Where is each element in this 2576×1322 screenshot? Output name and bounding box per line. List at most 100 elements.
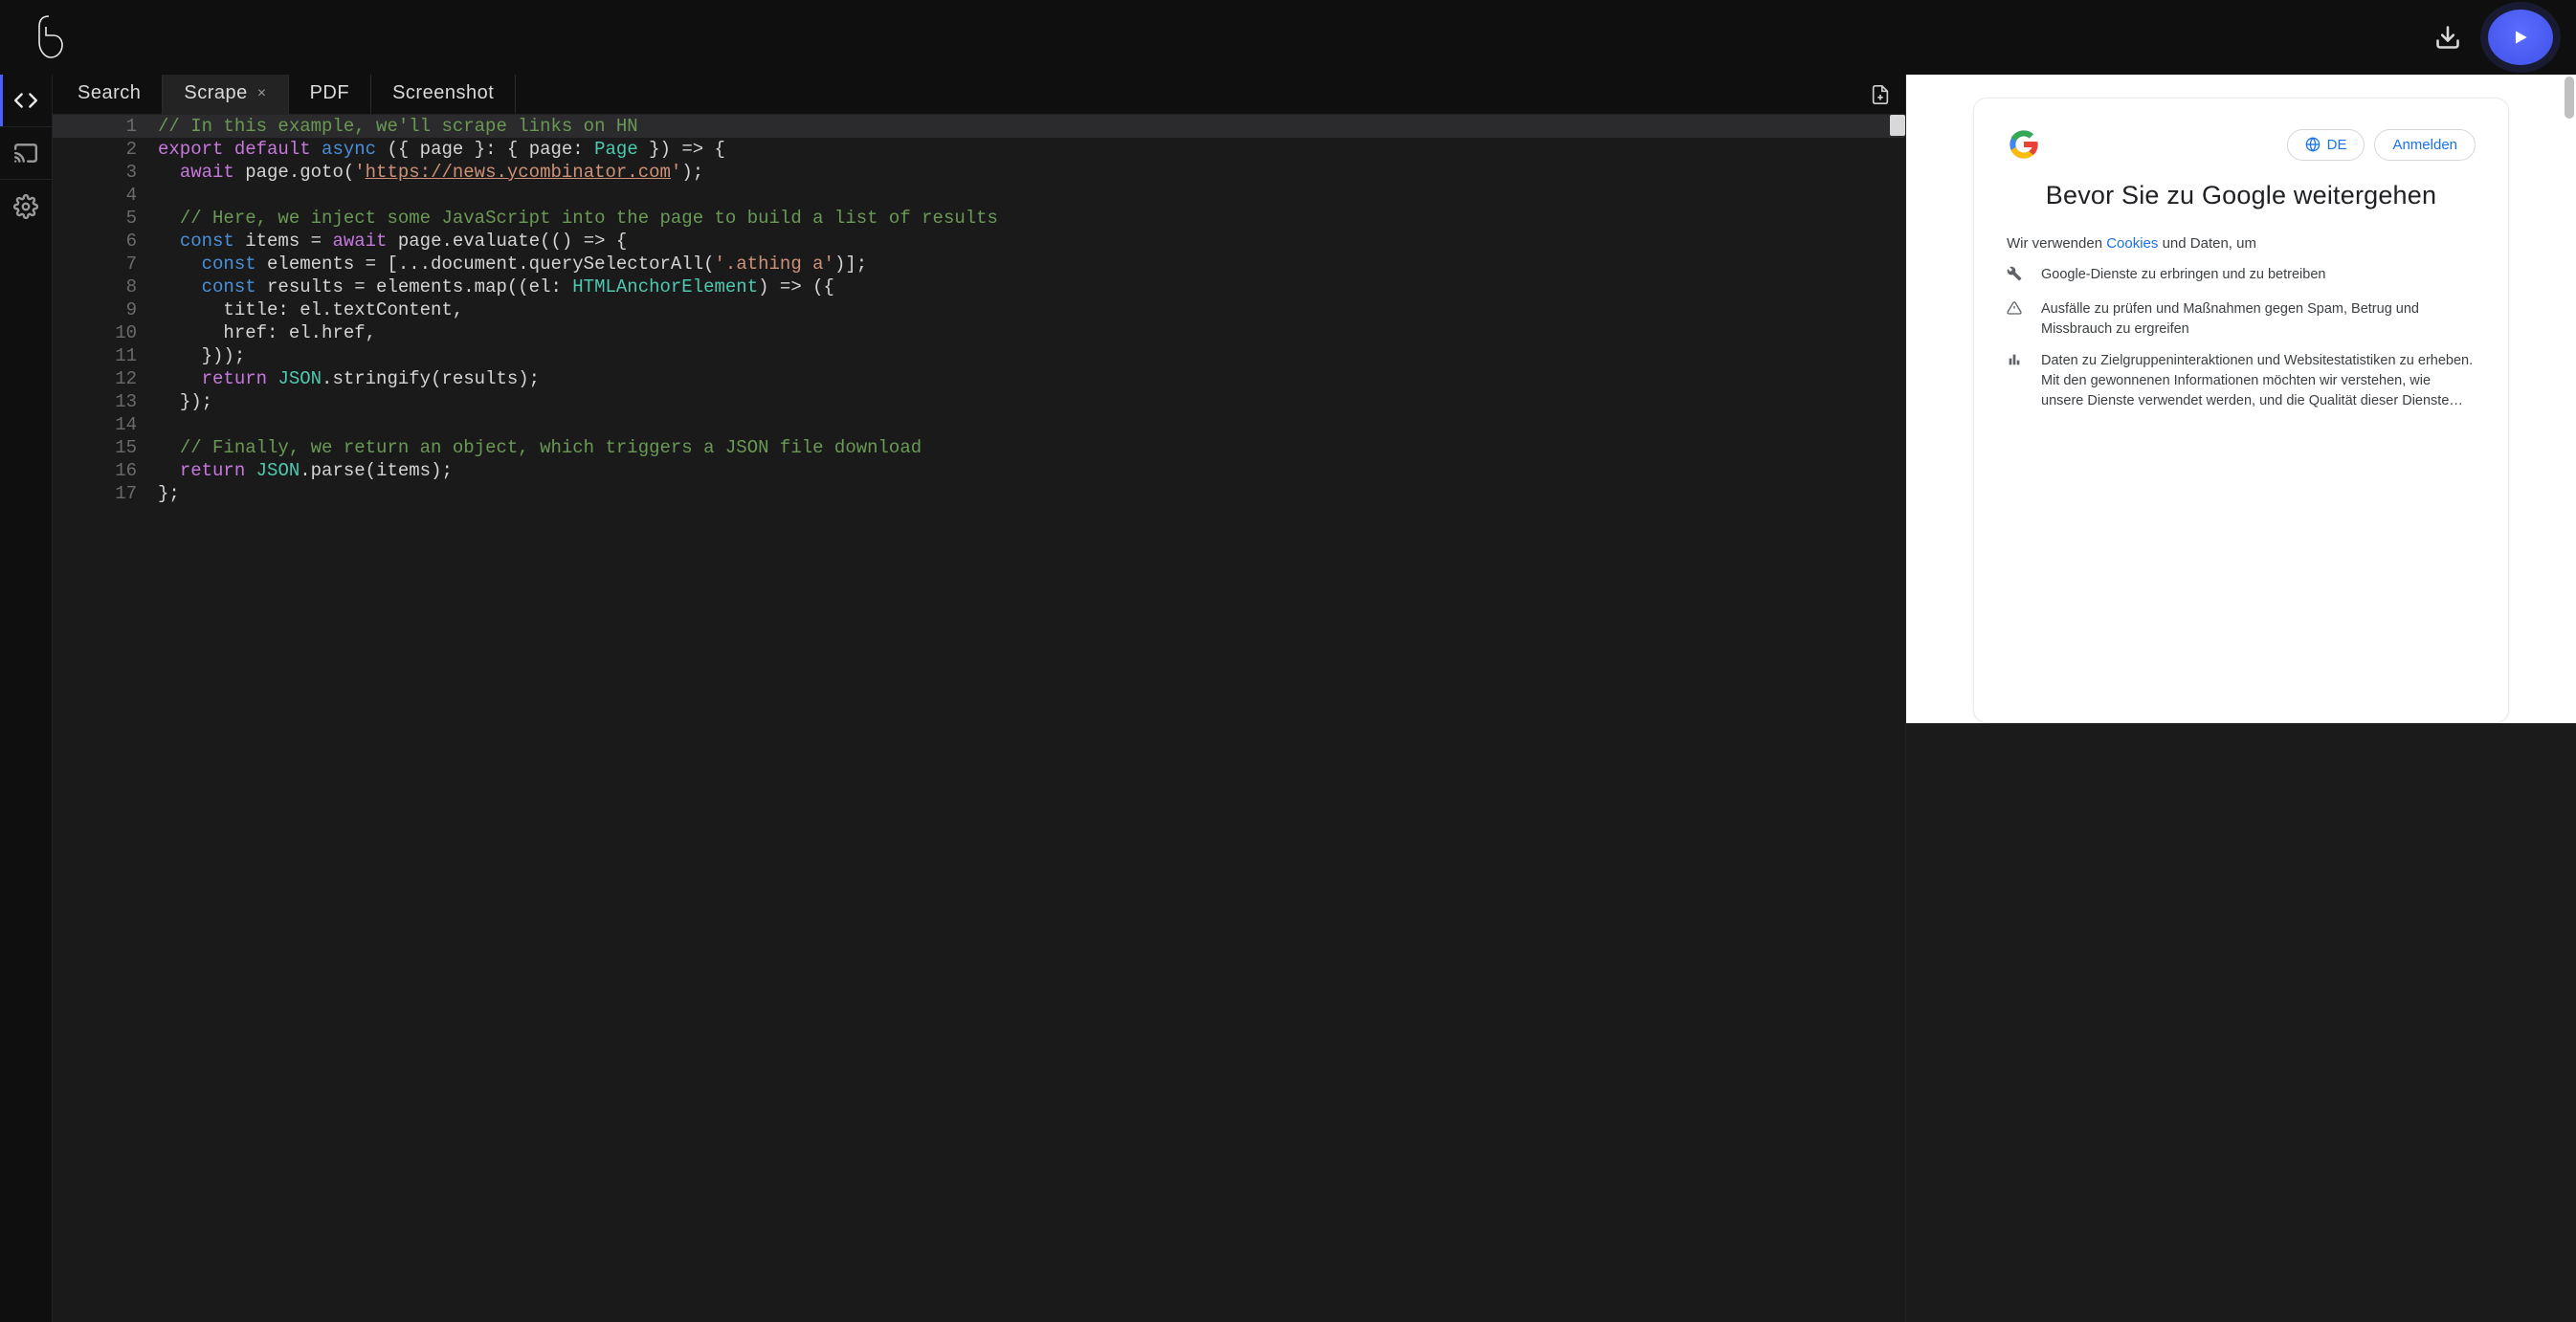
line-number: 8	[53, 275, 158, 298]
code-line[interactable]: 7 const elements = [...document.querySel…	[53, 253, 1905, 275]
line-number: 9	[53, 298, 158, 321]
rail-settings-view[interactable]	[0, 180, 52, 232]
line-number: 14	[53, 413, 158, 436]
code-line[interactable]: 14	[53, 413, 1905, 436]
tab-label: PDF	[310, 82, 350, 104]
code-line[interactable]: 3 await page.goto('https://news.ycombina…	[53, 161, 1905, 184]
cast-icon	[13, 141, 38, 165]
code-line[interactable]: 6 const items = await page.evaluate(() =…	[53, 230, 1905, 253]
line-number: 13	[53, 390, 158, 413]
code-line[interactable]: 17};	[53, 482, 1905, 505]
consent-title: Bevor Sie zu Google weitergehen	[2007, 181, 2476, 210]
app-root: Search Scrape × PDF Screenshot 1// In this e…	[0, 0, 2576, 1322]
consent-bullet: Daten zu Zielgruppeninteraktionen und We…	[2007, 351, 2476, 411]
consent-card: DE Anmelden Bevor Sie zu Google weiterge…	[1973, 98, 2509, 723]
preview-scrollbar[interactable]	[2565, 77, 2574, 119]
code-line[interactable]: 16 return JSON.parse(items);	[53, 459, 1905, 482]
code-content[interactable]: const elements = [...document.querySelec…	[158, 253, 1905, 275]
code-line[interactable]: 11 }));	[53, 344, 1905, 367]
line-number: 7	[53, 253, 158, 275]
line-number: 11	[53, 344, 158, 367]
intro-suffix: und Daten, um	[2158, 235, 2256, 252]
code-editor[interactable]: 1// In this example, we'll scrape links …	[53, 115, 1905, 1322]
code-line[interactable]: 9 title: el.textContent,	[53, 298, 1905, 321]
tab-label: Scrape	[184, 82, 247, 104]
consent-bullet: Ausfälle zu prüfen und Maßnahmen gegen S…	[2007, 299, 2476, 340]
play-icon	[2511, 28, 2530, 47]
chart-icon	[2007, 351, 2024, 411]
rail-code-view[interactable]	[0, 75, 52, 127]
language-label: DE	[2327, 137, 2347, 153]
consent-bullet-text: Google-Dienste zu erbringen und zu betre…	[2041, 265, 2325, 288]
tab-screenshot[interactable]: Screenshot	[371, 75, 515, 114]
code-line[interactable]: 10 href: el.href,	[53, 321, 1905, 344]
logo-icon	[31, 11, 69, 64]
main-body: Search Scrape × PDF Screenshot 1// In this e…	[0, 75, 2576, 1322]
download-button[interactable]	[2434, 23, 2461, 52]
line-number: 3	[53, 161, 158, 184]
code-content[interactable]: export default async ({ page }: { page: …	[158, 138, 1905, 161]
tab-pdf[interactable]: PDF	[289, 75, 371, 114]
code-content[interactable]: };	[158, 482, 1905, 505]
tab-scrape[interactable]: Scrape ×	[163, 75, 287, 114]
line-number: 5	[53, 207, 158, 230]
code-content[interactable]: return JSON.parse(items);	[158, 459, 1905, 482]
code-icon	[13, 88, 38, 113]
code-content[interactable]: const results = elements.map((el: HTMLAn…	[158, 275, 1905, 298]
editor-pane: Search Scrape × PDF Screenshot 1// In this e…	[53, 75, 1906, 1322]
code-line[interactable]: 15 // Finally, we return an object, whic…	[53, 436, 1905, 459]
run-button[interactable]	[2488, 10, 2553, 65]
code-content[interactable]: title: el.textContent,	[158, 298, 1905, 321]
left-rail	[0, 75, 53, 1322]
tab-search[interactable]: Search	[56, 75, 162, 114]
tab-label: Screenshot	[392, 82, 494, 104]
code-content[interactable]: href: el.href,	[158, 321, 1905, 344]
preview-pane: DE Anmelden Bevor Sie zu Google weiterge…	[1906, 75, 2576, 1322]
code-content[interactable]: await page.goto('https://news.ycombinato…	[158, 161, 1905, 184]
warning-icon	[2007, 299, 2024, 340]
consent-bullet-text: Ausfälle zu prüfen und Maßnahmen gegen S…	[2041, 299, 2476, 340]
line-number: 17	[53, 482, 158, 505]
header-actions	[2434, 10, 2553, 65]
download-icon	[2434, 23, 2461, 52]
new-tab-button[interactable]	[1861, 75, 1899, 114]
code-content[interactable]: // Finally, we return an object, which t…	[158, 436, 1905, 459]
code-content[interactable]: // In this example, we'll scrape links o…	[158, 115, 1905, 138]
tabs-row: Search Scrape × PDF Screenshot	[53, 75, 1905, 115]
new-file-icon	[1870, 82, 1891, 107]
consent-bullet: Google-Dienste zu erbringen und zu betre…	[2007, 265, 2476, 288]
line-number: 4	[53, 184, 158, 207]
line-number: 15	[53, 436, 158, 459]
intro-prefix: Wir verwenden	[2007, 235, 2106, 252]
code-content[interactable]	[158, 413, 1905, 436]
cookies-link[interactable]: Cookies	[2106, 235, 2158, 252]
line-number: 6	[53, 230, 158, 253]
gear-icon	[13, 194, 38, 219]
globe-icon	[2305, 137, 2321, 152]
close-icon[interactable]: ×	[257, 85, 267, 102]
rail-cast-view[interactable]	[0, 127, 52, 180]
code-content[interactable]: // Here, we inject some JavaScript into …	[158, 207, 1905, 230]
code-content[interactable]: const items = await page.evaluate(() => …	[158, 230, 1905, 253]
code-content[interactable]: }));	[158, 344, 1905, 367]
consent-bullet-text: Daten zu Zielgruppeninteraktionen und We…	[2041, 351, 2476, 411]
language-button[interactable]: DE	[2287, 129, 2365, 161]
code-content[interactable]: });	[158, 390, 1905, 413]
signin-button[interactable]: Anmelden	[2374, 129, 2476, 161]
code-line[interactable]: 1// In this example, we'll scrape links …	[53, 115, 1905, 138]
code-content[interactable]: return JSON.stringify(results);	[158, 367, 1905, 390]
line-number: 16	[53, 459, 158, 482]
consent-header: DE Anmelden	[2007, 127, 2476, 162]
signin-label: Anmelden	[2392, 137, 2457, 153]
code-line[interactable]: 13 });	[53, 390, 1905, 413]
code-line[interactable]: 4	[53, 184, 1905, 207]
code-line[interactable]: 2export default async ({ page }: { page:…	[53, 138, 1905, 161]
code-line[interactable]: 12 return JSON.stringify(results);	[53, 367, 1905, 390]
scrollbar-thumb[interactable]	[1890, 115, 1905, 136]
line-number: 10	[53, 321, 158, 344]
code-line[interactable]: 8 const results = elements.map((el: HTML…	[53, 275, 1905, 298]
code-line[interactable]: 5 // Here, we inject some JavaScript int…	[53, 207, 1905, 230]
code-content[interactable]	[158, 184, 1905, 207]
google-logo-icon	[2007, 127, 2041, 162]
line-number: 1	[53, 115, 158, 138]
